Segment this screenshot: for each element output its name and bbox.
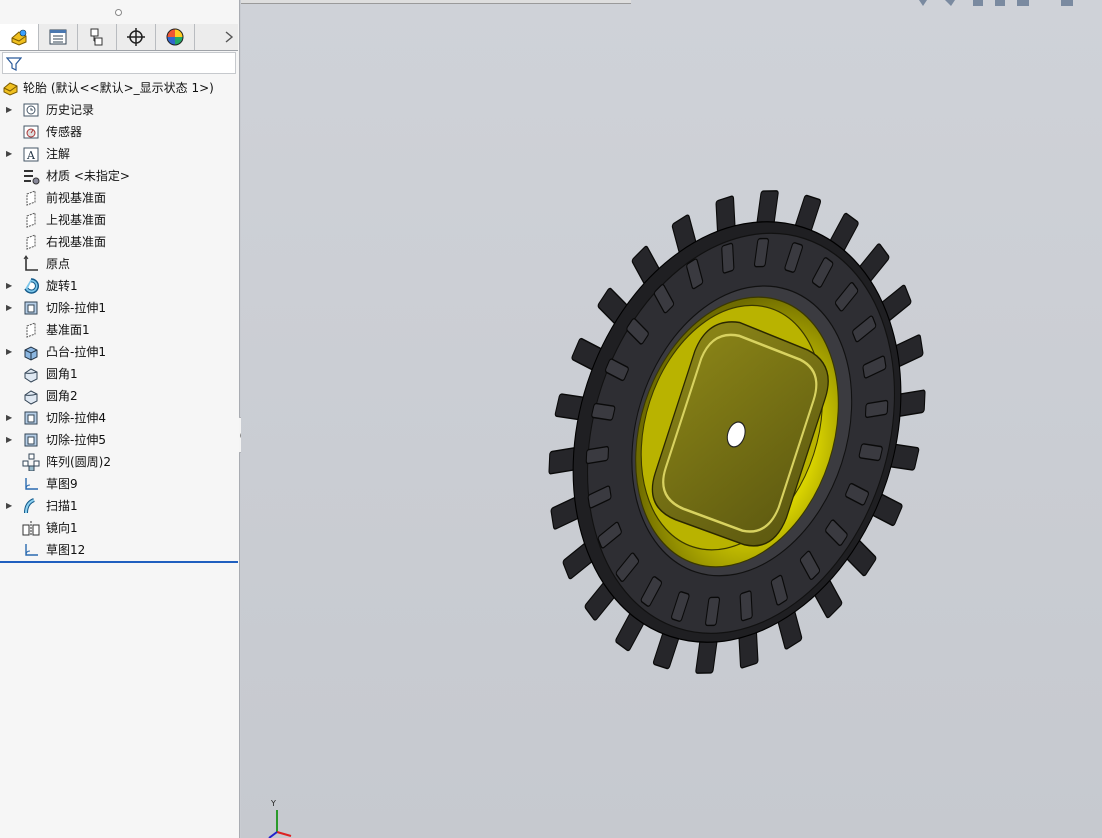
tree-item-label: 切除-拉伸1 — [46, 301, 106, 315]
expand-arrow-icon[interactable]: ▶ — [6, 275, 12, 297]
annotation-icon: A — [22, 145, 40, 163]
plane-icon — [22, 211, 40, 229]
boss-extrude-icon — [22, 343, 40, 361]
tab-configurationmanager[interactable] — [78, 24, 117, 50]
tree-item[interactable]: ▶ 扫描1 — [0, 495, 238, 517]
manager-tabs — [0, 24, 238, 51]
part-icon — [2, 79, 20, 97]
dimxpert-icon — [127, 28, 145, 46]
tree-item[interactable]: ▶ 切除-拉伸1 — [0, 297, 238, 319]
tree-item[interactable]: 阵列(圆周)2 — [0, 451, 238, 473]
circular-pattern-icon — [22, 453, 40, 472]
feature-tree: 轮胎 (默认<<默认>_显示状态 1>) ▶ 历史记录传感器 ▶ A 注解材质 <未指定>… — [0, 77, 238, 561]
material-icon — [22, 167, 40, 185]
expand-arrow-icon[interactable]: ▶ — [6, 297, 12, 319]
origin-icon — [22, 255, 40, 273]
tree-item[interactable]: 基准面1 — [0, 319, 238, 341]
tree-item-label: 扫描1 — [46, 499, 78, 513]
mirror-icon — [22, 519, 40, 537]
tree-item-label: 凸台-拉伸1 — [46, 345, 106, 359]
tabs-scroll-right-button[interactable] — [220, 24, 238, 50]
rollback-bar[interactable] — [0, 561, 238, 563]
tree-item[interactable]: 圆角2 — [0, 385, 238, 407]
tree-item[interactable]: 右视基准面 — [0, 231, 238, 253]
tree-item-label: 原点 — [46, 257, 71, 271]
tab-propertymanager[interactable] — [39, 24, 78, 50]
revolve-icon — [22, 277, 40, 295]
tree-item-label: 阵列(圆周)2 — [46, 455, 111, 469]
tree-item[interactable]: 前视基准面 — [0, 187, 238, 209]
tree-item-label: 切除-拉伸4 — [46, 411, 106, 425]
tree-item[interactable]: 传感器 — [0, 121, 238, 143]
tree-item[interactable]: ▶ 旋转1 — [0, 275, 238, 297]
expand-arrow-icon[interactable]: ▶ — [6, 407, 12, 429]
tree-item-label: 圆角1 — [46, 367, 78, 381]
tree-item-label: 传感器 — [46, 125, 83, 139]
tab-displaymanager[interactable] — [156, 24, 195, 50]
tree-item-label: 草图9 — [46, 477, 78, 491]
tree-item-label: 切除-拉伸5 — [46, 433, 106, 447]
tree-item[interactable]: 原点 — [0, 253, 238, 275]
expand-arrow-icon[interactable]: ▶ — [6, 143, 12, 165]
tree-root[interactable]: 轮胎 (默认<<默认>_显示状态 1>) — [0, 77, 238, 99]
tree-item-label: 圆角2 — [46, 389, 78, 403]
tree-item[interactable]: ▶ 凸台-拉伸1 — [0, 341, 238, 363]
configurationmanager-icon — [90, 28, 103, 46]
tire-model[interactable] — [489, 142, 984, 722]
expand-arrow-icon[interactable]: ▶ — [6, 429, 12, 451]
tree-item[interactable]: 镜向1 — [0, 517, 238, 539]
tree-item-label: 基准面1 — [46, 323, 90, 337]
graphics-area[interactable]: Y — [241, 0, 1102, 838]
tree-item[interactable]: 材质 <未指定> — [0, 165, 238, 187]
plane-icon — [22, 321, 40, 339]
cut-extrude-icon — [22, 299, 40, 317]
expand-arrow-icon[interactable]: ▶ — [6, 341, 12, 363]
tree-item-label: 旋转1 — [46, 279, 78, 293]
plane-icon — [22, 233, 40, 251]
sensor-icon — [22, 123, 40, 141]
propertymanager-icon — [49, 29, 67, 45]
filter-icon — [6, 57, 22, 71]
svg-text:A: A — [26, 149, 36, 162]
plane-icon — [22, 189, 40, 207]
tab-featuremanager[interactable] — [0, 24, 39, 50]
cut-extrude-icon — [22, 409, 40, 427]
model-canvas: Y — [268, 142, 984, 838]
feature-manager-panel: 轮胎 (默认<<默认>_显示状态 1>) ▶ 历史记录传感器 ▶ A 注解材质 <未指定>… — [0, 0, 240, 838]
tree-item[interactable]: ▶ 切除-拉伸4 — [0, 407, 238, 429]
fillet-icon — [22, 365, 40, 383]
tree-item[interactable]: ▶ 历史记录 — [0, 99, 238, 121]
expand-arrow-icon[interactable]: ▶ — [6, 99, 12, 121]
tree-item[interactable]: 草图9 — [0, 473, 238, 495]
tree-item-label: 注解 — [46, 147, 71, 161]
chevron-right-icon — [225, 31, 234, 43]
tab-dimxpert[interactable] — [117, 24, 156, 50]
tree-item[interactable]: ▶ A 注解 — [0, 143, 238, 165]
triad-y-label: Y — [270, 799, 276, 808]
tree-item-label: 镜向1 — [46, 521, 78, 535]
view-triad: Y — [268, 799, 292, 838]
sketch-icon — [22, 541, 40, 559]
tree-item[interactable]: ▶ 切除-拉伸5 — [0, 429, 238, 451]
cut-extrude-icon — [22, 431, 40, 449]
tree-item-label: 草图12 — [46, 543, 86, 557]
sweep-icon — [22, 497, 40, 515]
tree-item[interactable]: 圆角1 — [0, 363, 238, 385]
sketch-icon — [22, 475, 40, 493]
tree-item-label: 材质 <未指定> — [46, 169, 130, 183]
featuremanager-icon — [11, 29, 27, 46]
tree-item-label: 上视基准面 — [46, 213, 107, 227]
history-icon — [22, 101, 40, 119]
expand-arrow-icon[interactable]: ▶ — [6, 495, 12, 517]
fillet-icon — [22, 387, 40, 405]
displaymanager-icon — [166, 28, 184, 46]
tree-filter-input[interactable] — [2, 52, 236, 74]
tree-item-label: 历史记录 — [46, 103, 95, 117]
tree-item-label: 右视基准面 — [46, 235, 107, 249]
tree-item-label: 前视基准面 — [46, 191, 107, 205]
tree-item[interactable]: 上视基准面 — [0, 209, 238, 231]
panel-grip[interactable] — [115, 9, 122, 16]
tree-item-label: 轮胎 (默认<<默认>_显示状态 1>) — [23, 81, 214, 95]
tree-item[interactable]: 草图12 — [0, 539, 238, 561]
